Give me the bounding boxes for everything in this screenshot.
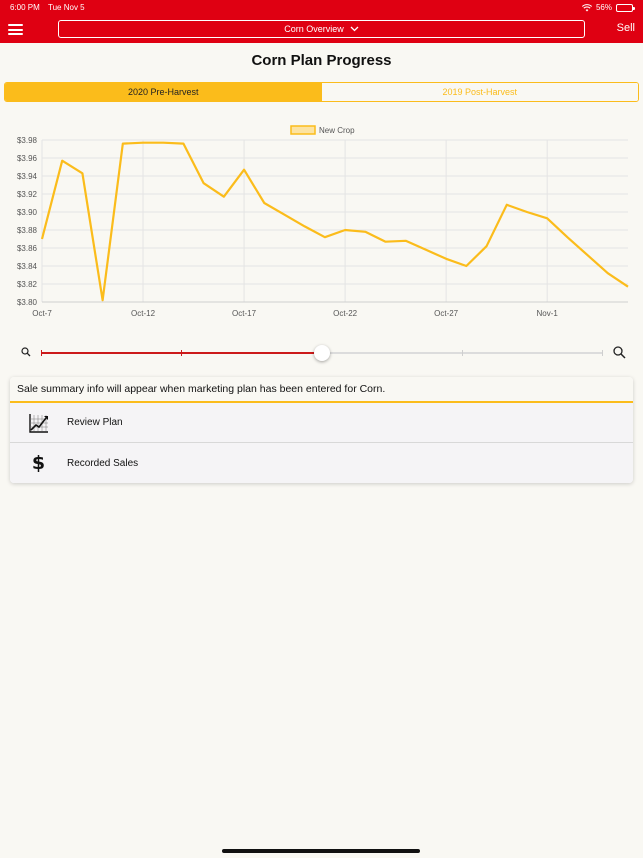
x-tick-label: Oct-17 [232, 309, 257, 318]
battery-icon [616, 3, 635, 12]
y-tick-label: $3.80 [17, 298, 38, 307]
y-tick-label: $3.92 [17, 190, 38, 199]
legend-label: New Crop [319, 126, 355, 135]
review-plan-row[interactable]: Review Plan [10, 403, 633, 443]
slider-fill [41, 352, 322, 354]
x-tick-label: Oct-7 [32, 309, 52, 318]
slider-track[interactable] [41, 345, 603, 361]
home-indicator [222, 849, 420, 853]
review-plan-label: Review Plan [67, 417, 123, 428]
chart-icon [28, 413, 48, 433]
y-tick-label: $3.88 [17, 226, 38, 235]
y-tick-label: $3.94 [17, 172, 38, 181]
zoom-slider [0, 342, 643, 364]
tab-2020-pre-harvest[interactable]: 2020 Pre-Harvest [5, 83, 322, 101]
x-tick-label: Oct-27 [434, 309, 459, 318]
crop-selector[interactable]: Corn Overview [58, 20, 585, 38]
sell-button[interactable]: Sell [617, 22, 635, 34]
page-title: Corn Plan Progress [251, 52, 392, 69]
x-tick-label: Oct-12 [131, 309, 156, 318]
zoom-out-icon[interactable] [21, 347, 31, 357]
recorded-sales-label: Recorded Sales [67, 457, 139, 469]
y-tick-label: $3.90 [17, 208, 38, 217]
status-time: 6:00 PM [10, 3, 40, 12]
slider-tick [602, 350, 603, 356]
y-tick-label: $3.96 [17, 154, 38, 163]
recorded-sales-row[interactable]: $ Recorded Sales [10, 443, 633, 483]
y-tick-label: $3.86 [17, 244, 38, 253]
price-line-chart: $3.80 $3.82 $3.84 $3.86 $3.88 $3.90 $3.92 $3.94… [17, 125, 629, 318]
slider-tick [461, 350, 463, 356]
tab-2019-post-harvest[interactable]: 2019 Post-Harvest [321, 83, 638, 101]
dollar-icon: $ [31, 452, 46, 474]
zoom-in-icon[interactable] [613, 346, 626, 359]
x-tick-label: Nov-1 [537, 309, 559, 318]
status-right: 56% [581, 3, 635, 12]
y-tick-label: $3.82 [17, 280, 38, 289]
status-date: Tue Nov 5 [48, 3, 85, 12]
hamburger-menu-icon[interactable] [8, 24, 23, 35]
y-tick-label: $3.98 [17, 136, 38, 145]
x-tick-label: Oct-22 [333, 309, 358, 318]
wifi-icon [581, 3, 592, 11]
y-tick-label: $3.84 [17, 262, 38, 271]
chevron-down-icon [350, 26, 359, 32]
series-line-new-crop [40, 141, 629, 302]
summary-card: Sale summary info will appear when marke… [10, 377, 633, 483]
battery-percent: 56% [595, 3, 612, 12]
crop-selector-label: Corn Overview [284, 24, 344, 34]
harvest-segmented-control: 2020 Pre-Harvest 2019 Post-Harvest [4, 82, 639, 102]
status-bar: 6:00 PM Tue Nov 5 56% [10, 3, 635, 15]
summary-info-text: Sale summary info will appear when marke… [10, 377, 633, 403]
legend-swatch [290, 125, 316, 135]
slider-thumb[interactable] [313, 345, 330, 361]
top-bar: 6:00 PM Tue Nov 5 56% Corn Overview Sell [0, 0, 643, 43]
